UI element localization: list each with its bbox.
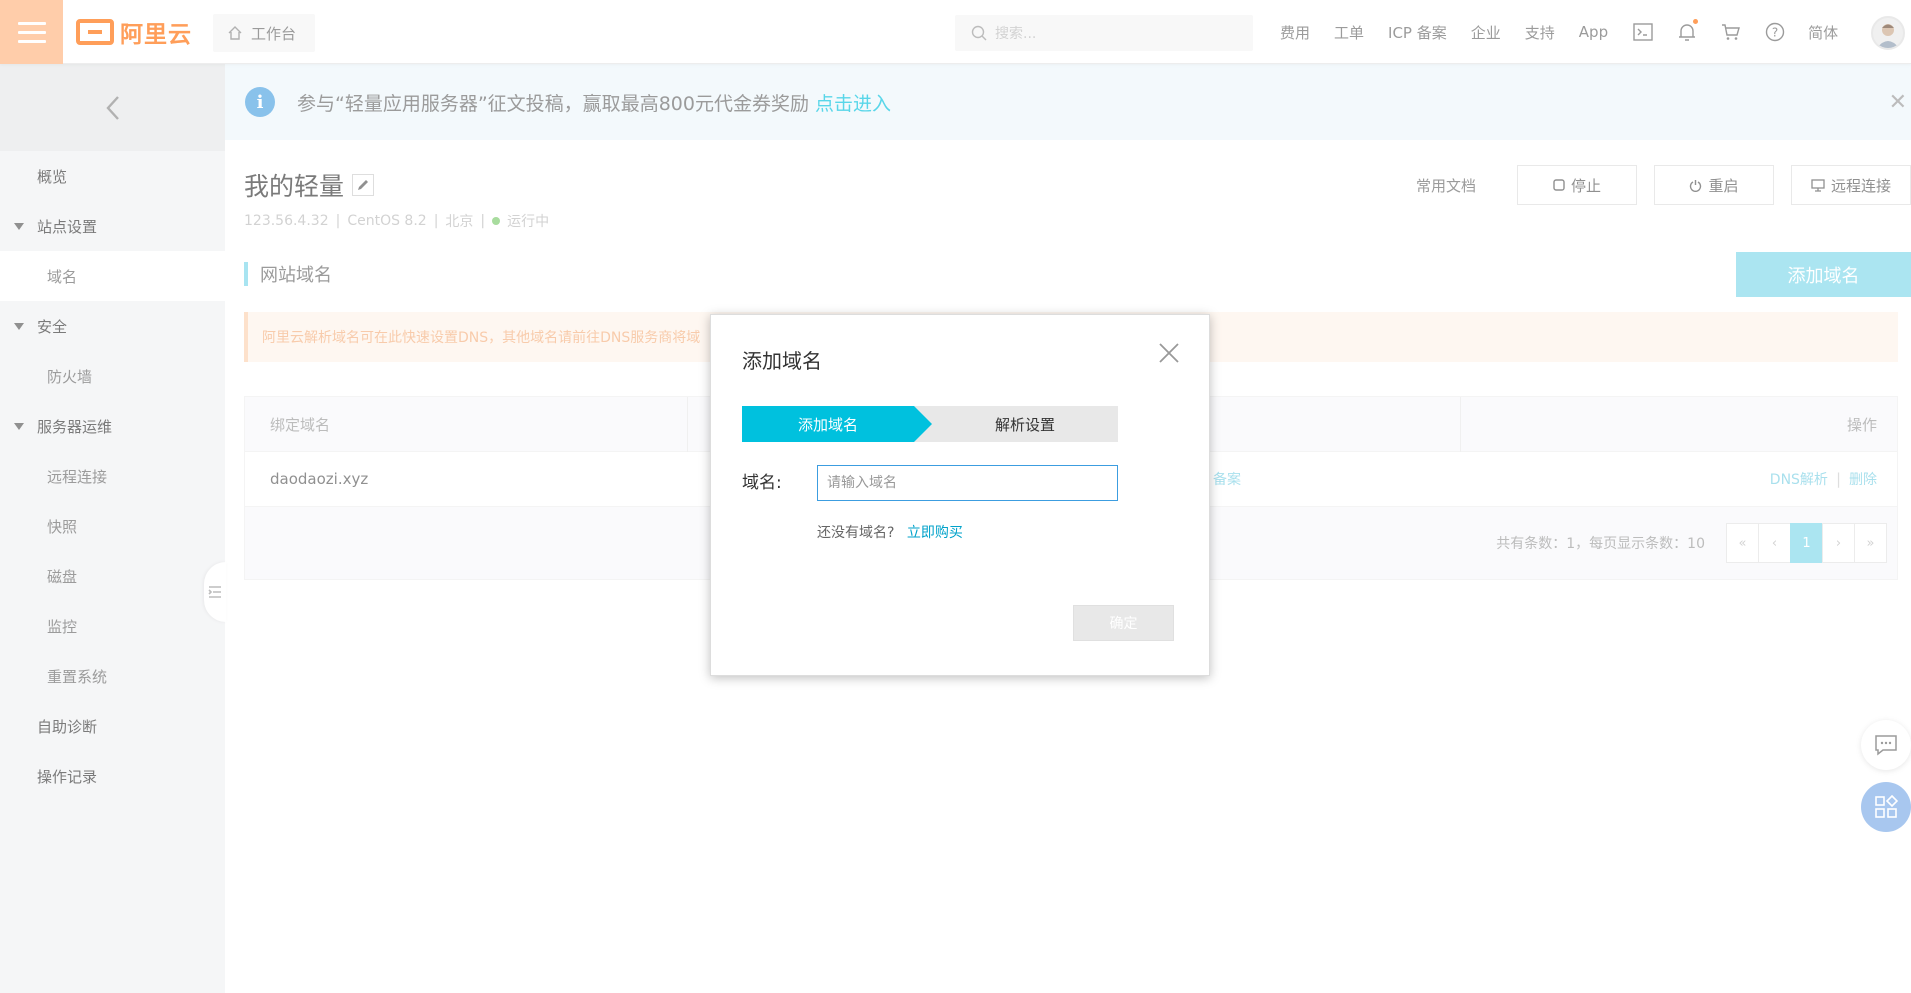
hint-text: 还没有域名?: [817, 525, 895, 541]
domain-input[interactable]: [817, 465, 1118, 501]
step-label: 解析设置: [994, 415, 1055, 434]
step-indicator: 添加域名 解析设置: [742, 406, 1118, 442]
step-dns-settings: 解析设置: [932, 406, 1118, 442]
buy-domain-link[interactable]: 立即购买: [907, 525, 963, 541]
add-domain-dialog: 添加域名 添加域名 解析设置 域名: 还没有域名? 立即购买 确定: [710, 314, 1210, 676]
dialog-title: 添加域名: [742, 349, 822, 373]
step-add-domain: 添加域名: [742, 406, 932, 442]
step-label: 添加域名: [797, 415, 858, 434]
domain-field-label: 域名:: [742, 473, 782, 493]
no-domain-hint: 还没有域名? 立即购买: [817, 522, 963, 542]
confirm-button[interactable]: 确定: [1073, 605, 1174, 641]
close-icon[interactable]: [1157, 341, 1181, 365]
